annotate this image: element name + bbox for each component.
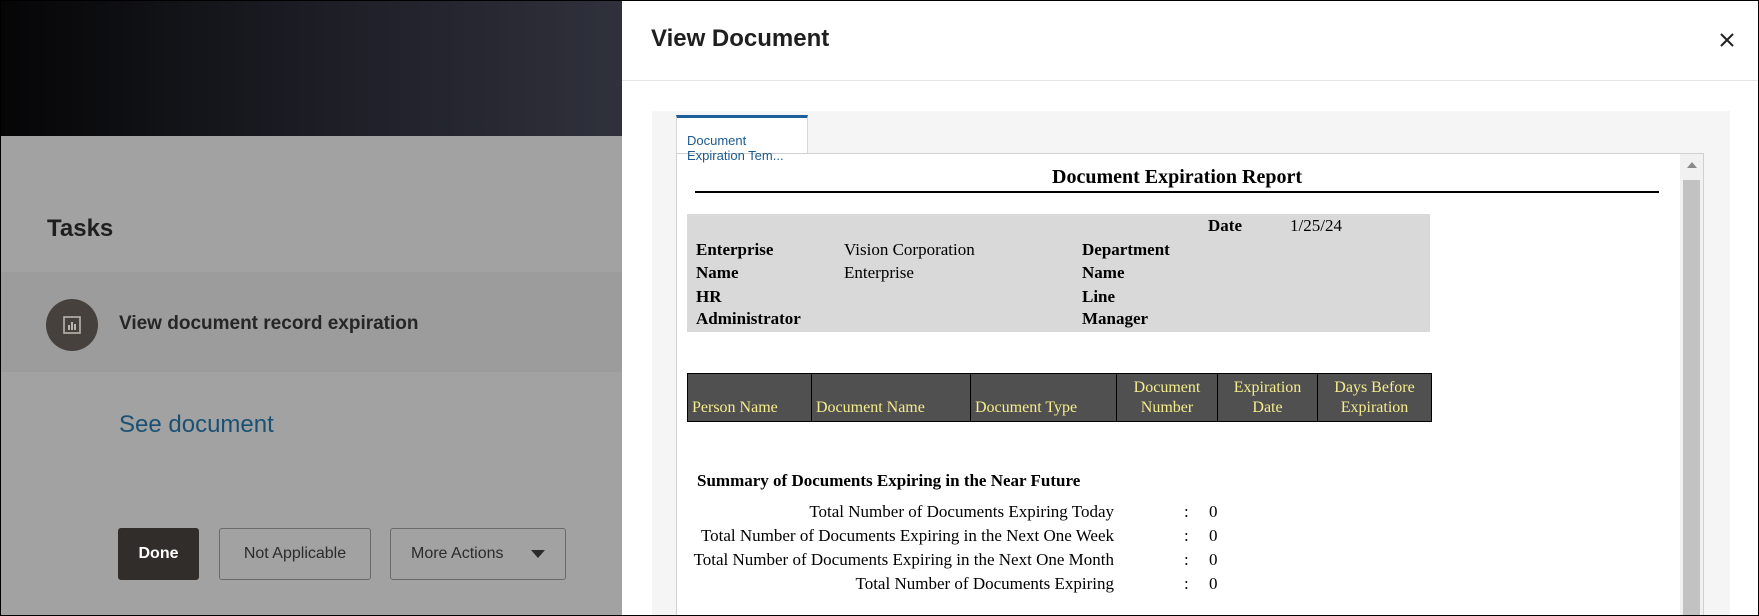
report-chart-icon <box>46 299 98 351</box>
see-document-link[interactable]: See document <box>119 411 274 439</box>
enterprise-label: Enterprise <box>696 240 774 259</box>
tasks-heading: Tasks <box>47 215 114 242</box>
date-value: 1/25/24 <box>1290 216 1342 235</box>
column-header-label: Expiration <box>1233 379 1302 396</box>
title-divider <box>695 191 1659 193</box>
summary-value: 0 <box>1209 526 1218 545</box>
report-frame: Document Expiration Report Date 1/25/24 … <box>676 153 1704 616</box>
summary-colon: : <box>1184 550 1189 569</box>
task-title: View document record expiration <box>119 313 419 334</box>
column-header: Expiration Date <box>1217 373 1318 422</box>
summary-row: Total Number of Documents Expiring : 0 <box>677 574 1677 598</box>
column-header: Document Number <box>1116 373 1218 422</box>
caret-down-icon <box>531 550 545 558</box>
report-info-box: Date 1/25/24 Enterprise Name Vision Corp… <box>687 214 1430 332</box>
column-header-label: Document Name <box>816 399 925 416</box>
column-header-label: Document Type <box>975 399 1078 416</box>
scroll-up-arrow-icon[interactable] <box>1687 162 1697 168</box>
drawer-title: View Document <box>651 25 830 52</box>
summary-heading: Summary of Documents Expiring in the Nea… <box>697 471 1081 490</box>
table-header-row: Person Name Document Name Document Type … <box>687 373 1432 422</box>
summary-label: Total Number of Documents Expiring <box>855 574 1114 593</box>
summary-colon: : <box>1184 574 1189 593</box>
summary-value: 0 <box>1209 574 1218 593</box>
summary-row: Total Number of Documents Expiring in th… <box>677 550 1677 574</box>
column-header: Document Name <box>811 373 971 422</box>
column-header: Person Name <box>687 373 812 422</box>
not-applicable-button[interactable]: Not Applicable <box>219 528 371 580</box>
column-header-label: Document <box>1133 379 1201 396</box>
more-actions-button[interactable]: More Actions <box>390 528 566 580</box>
column-header: Document Type <box>970 373 1117 422</box>
summary-row: Total Number of Documents Expiring Today… <box>677 502 1677 526</box>
summary-row: Total Number of Documents Expiring in th… <box>677 526 1677 550</box>
expiration-table: Person Name Document Name Document Type … <box>687 373 1432 422</box>
enterprise-value-line2: Enterprise <box>844 263 914 282</box>
enterprise-value: Vision Corporation <box>844 240 975 259</box>
column-header-label: Date <box>1252 399 1283 416</box>
scrollbar-thumb[interactable] <box>1683 180 1700 616</box>
page-header-banner <box>0 0 622 136</box>
hr-admin-label: HR <box>696 287 722 306</box>
column-header-label: Person Name <box>692 399 778 416</box>
more-actions-label: More Actions <box>411 545 504 562</box>
report-title: Document Expiration Report <box>1052 166 1302 188</box>
date-label: Date <box>1208 216 1242 235</box>
department-label-line2: Name <box>1082 263 1125 282</box>
view-document-drawer: View Document Document Expiration Tem...… <box>622 0 1759 616</box>
department-label: Department <box>1082 240 1170 259</box>
hr-admin-label-line2: Administrator <box>696 309 801 328</box>
summary-label: Total Number of Documents Expiring Today <box>809 502 1114 521</box>
summary-colon: : <box>1184 502 1189 521</box>
column-header-label: Expiration <box>1340 399 1409 416</box>
summary-colon: : <box>1184 526 1189 545</box>
summary-value: 0 <box>1209 550 1218 569</box>
summary-label: Total Number of Documents Expiring in th… <box>693 550 1114 569</box>
line-manager-label: Line <box>1082 287 1116 306</box>
close-icon[interactable] <box>1713 26 1741 54</box>
column-header-label: Number <box>1140 399 1194 416</box>
summary-value: 0 <box>1209 502 1218 521</box>
drawer-header: View Document <box>622 0 1759 81</box>
enterprise-label-line2: Name <box>696 263 739 282</box>
done-button[interactable]: Done <box>118 528 199 580</box>
summary-label: Total Number of Documents Expiring in th… <box>700 526 1114 545</box>
column-header-label: Days Before <box>1334 379 1415 396</box>
column-header: Days Before Expiration <box>1317 373 1432 422</box>
tab-document-expiration-template[interactable]: Document Expiration Tem... <box>676 115 808 163</box>
line-manager-label-line2: Manager <box>1082 309 1149 328</box>
vertical-scrollbar[interactable] <box>1680 154 1703 616</box>
